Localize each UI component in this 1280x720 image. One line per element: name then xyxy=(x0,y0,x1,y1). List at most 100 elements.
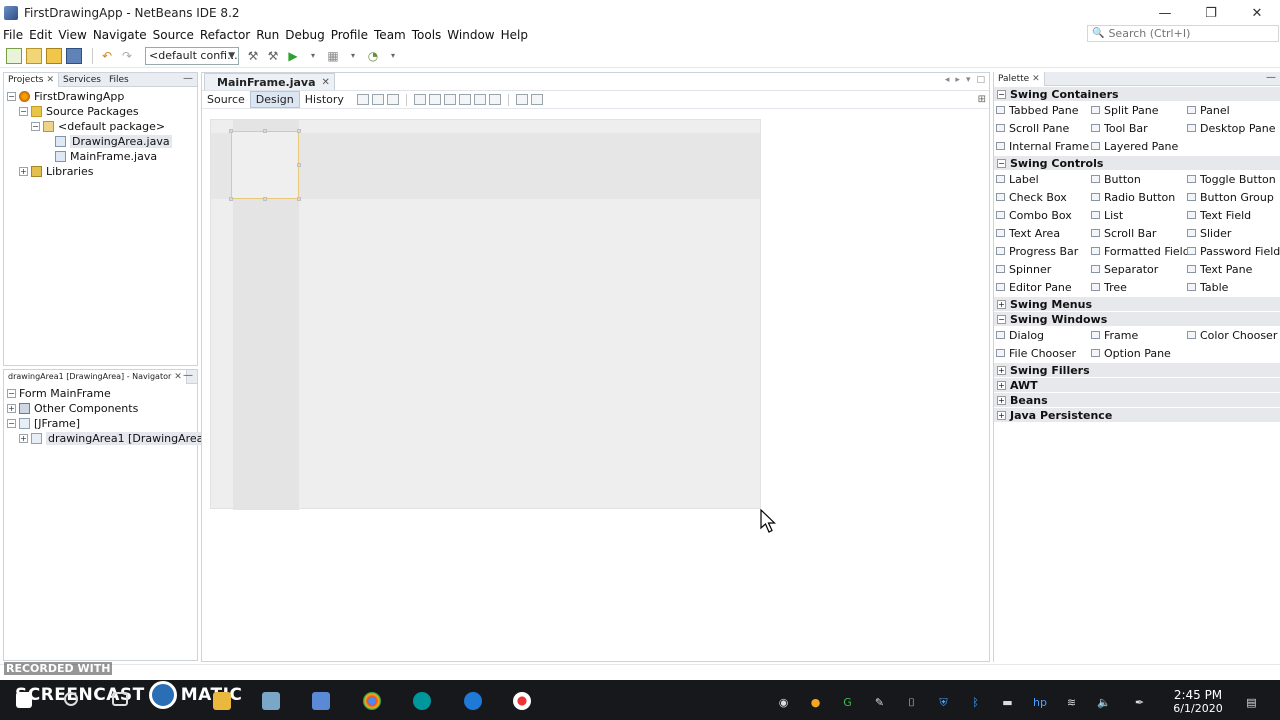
undo-icon[interactable]: ↶ xyxy=(99,48,115,64)
resize-handle[interactable] xyxy=(297,163,301,167)
menu-navigate[interactable]: Navigate xyxy=(90,28,150,42)
expand-icon[interactable]: + xyxy=(997,395,1006,405)
palette-category[interactable]: − Swing Windows xyxy=(994,312,1280,326)
design-canvas[interactable] xyxy=(210,119,761,510)
palette-item[interactable]: Progress Bar xyxy=(994,242,1089,260)
palette-item[interactable]: Frame xyxy=(1089,326,1185,344)
tab-files[interactable]: Files xyxy=(105,73,133,87)
menu-view[interactable]: View xyxy=(55,28,89,42)
collapse-icon[interactable]: − xyxy=(19,107,28,116)
new-project-icon[interactable] xyxy=(26,47,42,64)
palette-item[interactable]: File Chooser xyxy=(994,344,1089,362)
palette-category[interactable]: − Swing Containers xyxy=(994,87,1280,101)
tree-node-default-package[interactable]: − <default package> xyxy=(7,119,197,134)
minimize-panel-icon[interactable]: — xyxy=(183,370,193,381)
palette-item[interactable]: Slider xyxy=(1185,224,1280,242)
palette-item[interactable]: Text Area xyxy=(994,224,1089,242)
palette-item[interactable]: Color Chooser xyxy=(1185,326,1280,344)
palette-item[interactable]: Table xyxy=(1185,278,1280,296)
palette-item[interactable]: Panel xyxy=(1185,101,1280,119)
windows-start-icon[interactable] xyxy=(16,692,32,708)
run-dropdown-icon[interactable]: ▾ xyxy=(305,48,321,64)
connection-mode-icon[interactable] xyxy=(371,94,384,105)
palette-item[interactable]: Label xyxy=(994,170,1089,188)
resize-handle[interactable] xyxy=(297,129,301,133)
tree-node-drawingarea1[interactable]: + drawingArea1 [DrawingArea] xyxy=(7,431,210,446)
minimize-button[interactable]: — xyxy=(1142,0,1188,26)
palette-item[interactable]: Password Field xyxy=(1185,242,1280,260)
palette-category[interactable]: − Swing Controls xyxy=(994,156,1280,170)
preview-design-icon[interactable] xyxy=(386,94,399,105)
palette-item[interactable]: Formatted Field xyxy=(1089,242,1190,260)
palette-item[interactable]: Dialog xyxy=(994,326,1089,344)
collapse-icon[interactable]: − xyxy=(7,419,16,428)
view-history-button[interactable]: History xyxy=(300,91,349,108)
scroll-right-icon[interactable]: ▸ xyxy=(955,75,960,85)
collapse-icon[interactable]: − xyxy=(997,158,1006,168)
scroll-left-icon[interactable]: ◂ xyxy=(945,75,950,85)
volume-icon[interactable]: 🔈 xyxy=(1097,696,1111,709)
palette-item[interactable]: List xyxy=(1089,206,1185,224)
debug-dropdown-icon[interactable]: ▾ xyxy=(345,48,361,64)
close-icon[interactable]: ✕ xyxy=(1032,74,1040,84)
palette-item[interactable]: Desktop Pane xyxy=(1185,119,1280,137)
tree-node-libraries[interactable]: + Libraries xyxy=(7,164,197,179)
minimize-panel-icon[interactable]: — xyxy=(183,73,193,84)
drawing-area-component[interactable] xyxy=(229,129,301,201)
expand-icon[interactable]: + xyxy=(997,380,1006,390)
tree-node-mainframe[interactable]: MainFrame.java xyxy=(7,149,197,164)
bluetooth-icon[interactable]: ᛒ xyxy=(969,696,982,709)
palette-category[interactable]: + Beans xyxy=(994,393,1280,407)
battery-icon[interactable]: ▬ xyxy=(1001,696,1014,709)
expand-icon[interactable]: + xyxy=(7,404,16,413)
palette-category[interactable]: + Swing Menus xyxy=(994,297,1280,311)
tab-projects[interactable]: Projects ✕ xyxy=(4,72,60,87)
pen-icon[interactable]: ✒ xyxy=(1133,696,1146,709)
clean-build-icon[interactable]: ⚒ xyxy=(265,48,281,64)
palette-item[interactable]: Text Field xyxy=(1185,206,1280,224)
palette-category[interactable]: + Java Persistence xyxy=(994,408,1280,422)
pin-icon[interactable]: ⊞ xyxy=(978,94,986,105)
notepad-icon[interactable] xyxy=(262,692,280,710)
configuration-select[interactable]: <default confi... ▼ xyxy=(145,46,239,65)
security-shield-icon[interactable]: ⛨ xyxy=(937,696,950,709)
collapse-icon[interactable]: − xyxy=(7,389,16,398)
palette-item[interactable]: Button xyxy=(1089,170,1185,188)
debug-icon[interactable]: ▦ xyxy=(325,48,341,64)
tree-node-source-packages[interactable]: − Source Packages xyxy=(7,104,197,119)
wifi-icon[interactable]: ≋ xyxy=(1065,696,1078,709)
notifications-icon[interactable]: ▤ xyxy=(1245,696,1258,709)
palette-category[interactable]: + AWT xyxy=(994,378,1280,392)
menu-debug[interactable]: Debug xyxy=(282,28,327,42)
profile-dropdown-icon[interactable]: ▾ xyxy=(385,48,401,64)
palette-item[interactable]: Check Box xyxy=(994,188,1089,206)
tab-navigator[interactable]: drawingArea1 [DrawingArea] - Navigator ✕ xyxy=(4,369,187,384)
palette-item[interactable]: Combo Box xyxy=(994,206,1089,224)
expand-icon[interactable]: + xyxy=(997,365,1006,375)
palette-item[interactable]: Toggle Button xyxy=(1185,170,1280,188)
menu-source[interactable]: Source xyxy=(150,28,197,42)
view-design-button[interactable]: Design xyxy=(249,91,300,108)
palette-item[interactable]: Scroll Bar xyxy=(1089,224,1185,242)
record-tray-icon[interactable]: ◉ xyxy=(777,696,790,709)
align-top-icon[interactable] xyxy=(458,94,471,105)
profile-icon[interactable]: ◔ xyxy=(365,48,381,64)
tray-app-icon[interactable]: ● xyxy=(809,696,822,709)
tab-services[interactable]: Services xyxy=(59,73,105,87)
palette-item[interactable]: Layered Pane xyxy=(1089,137,1185,155)
search-taskbar-icon[interactable] xyxy=(64,692,78,706)
redo-icon[interactable]: ↷ xyxy=(119,48,135,64)
tree-node-form[interactable]: − Form MainFrame xyxy=(7,386,197,401)
align-right-icon[interactable] xyxy=(428,94,441,105)
search-input[interactable] xyxy=(1108,27,1269,40)
menu-team[interactable]: Team xyxy=(371,28,409,42)
usb-icon[interactable]: ⌷ xyxy=(905,696,918,709)
palette-category[interactable]: + Swing Fillers xyxy=(994,363,1280,377)
center-vertically-icon[interactable] xyxy=(488,94,501,105)
menu-edit[interactable]: Edit xyxy=(26,28,55,42)
resize-handle[interactable] xyxy=(263,129,267,133)
netbeans-taskbar-icon[interactable] xyxy=(312,692,330,710)
tree-node-jframe[interactable]: − [JFrame] xyxy=(7,416,197,431)
menu-run[interactable]: Run xyxy=(253,28,282,42)
collapse-icon[interactable]: − xyxy=(997,89,1006,99)
